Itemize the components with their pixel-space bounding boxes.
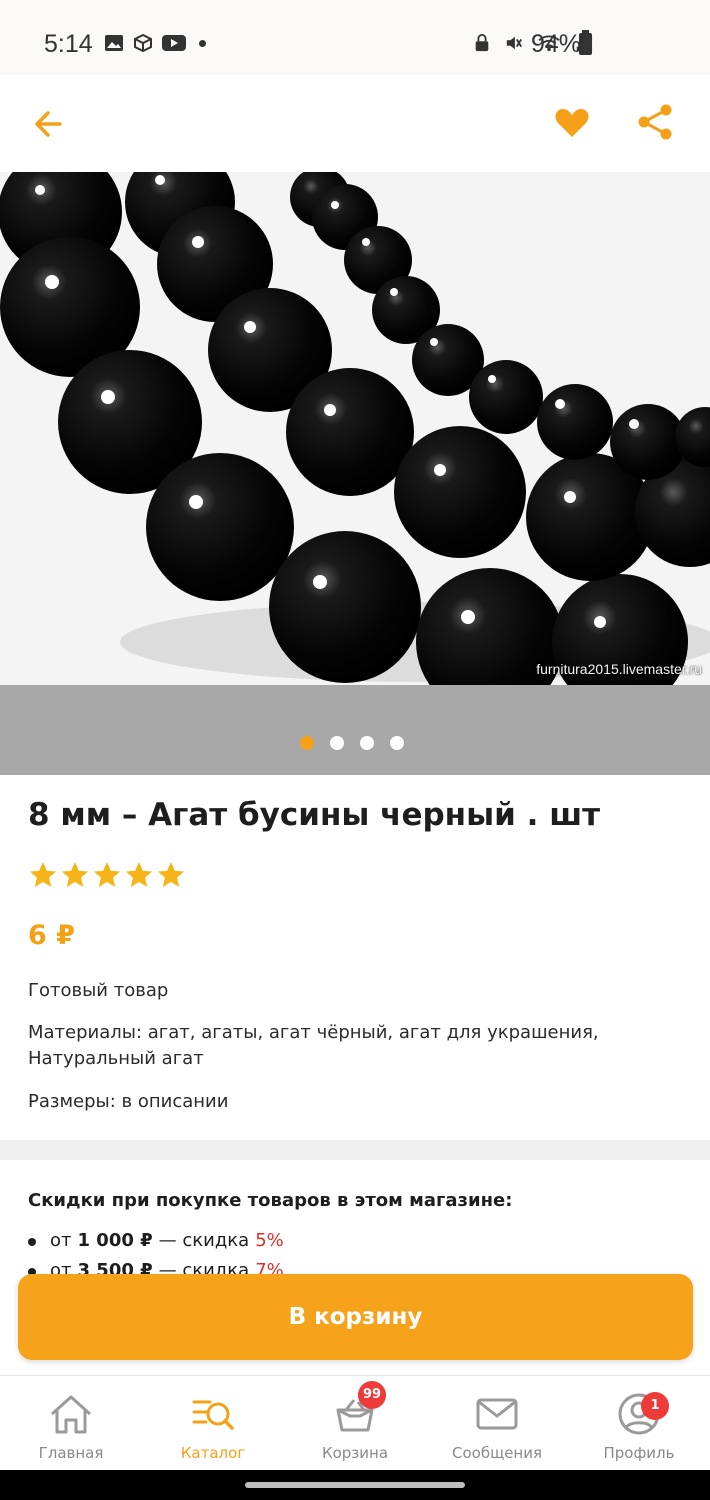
nav-item-profile[interactable]: 1 Профиль bbox=[568, 1376, 710, 1471]
discount-percent: 5% bbox=[255, 1230, 284, 1251]
gallery-pager-area bbox=[0, 685, 710, 775]
catalog-search-icon bbox=[192, 1400, 234, 1430]
pager-dot-2[interactable] bbox=[330, 736, 344, 750]
discount-amount: 1 000 ₽ bbox=[77, 1230, 153, 1251]
nav-label-cart: Корзина bbox=[321, 1444, 389, 1462]
discount-prefix: от bbox=[50, 1230, 72, 1251]
status-bar: 5:14 94% bbox=[0, 0, 710, 75]
star-icon bbox=[30, 862, 56, 887]
list-item: от 1 000 ₽ — скидка 5% bbox=[28, 1226, 284, 1256]
cart-badge: 99 bbox=[358, 1381, 386, 1409]
bullet bbox=[28, 1238, 36, 1246]
watermark: furnitura2015.livemaster.ru bbox=[536, 661, 702, 677]
product-materials: Материалы: агат, агаты, агат чёрный, ага… bbox=[28, 1022, 599, 1069]
product-price: 6 ₽ bbox=[28, 920, 75, 951]
discounts-title: Скидки при покупке товаров в этом магази… bbox=[28, 1190, 513, 1211]
nav-item-catalog[interactable]: Каталог bbox=[142, 1376, 284, 1471]
heart-icon[interactable] bbox=[553, 104, 591, 142]
product-title: 8 мм – Агат бусины черный . шт bbox=[28, 797, 601, 833]
gallery-pager bbox=[300, 736, 404, 750]
home-icon bbox=[50, 1395, 92, 1434]
product-image[interactable]: furnitura2015.livemaster.ru bbox=[0, 172, 710, 685]
nav-label-profile: Профиль bbox=[603, 1444, 675, 1462]
app-bar bbox=[0, 75, 710, 172]
mute-icon bbox=[506, 36, 522, 50]
more-notifications-dot bbox=[199, 39, 206, 47]
star-icon bbox=[94, 862, 120, 887]
nav-item-messages[interactable]: Сообщения bbox=[426, 1376, 568, 1471]
package-icon bbox=[134, 34, 152, 52]
lock-icon bbox=[475, 34, 489, 52]
gallery-icon bbox=[105, 35, 123, 51]
discount-separator: — скидка bbox=[158, 1230, 250, 1251]
rating-stars[interactable] bbox=[28, 860, 186, 890]
pager-dot-1[interactable] bbox=[300, 736, 314, 750]
pager-dot-4[interactable] bbox=[390, 736, 404, 750]
nav-item-home[interactable]: Главная bbox=[0, 1376, 142, 1471]
profile-badge: 1 bbox=[641, 1392, 669, 1420]
arrow-left-icon[interactable] bbox=[30, 105, 68, 143]
section-divider bbox=[0, 1140, 710, 1160]
system-gesture-bar bbox=[0, 1470, 710, 1500]
product-sizes: Размеры: в описании bbox=[28, 1091, 229, 1112]
battery-icon bbox=[579, 30, 592, 55]
star-icon bbox=[126, 862, 152, 887]
nav-label-catalog: Каталог bbox=[180, 1444, 246, 1462]
notification-icons bbox=[104, 34, 206, 52]
battery-percent: 94% bbox=[531, 30, 582, 58]
nav-item-cart[interactable]: 99 Корзина bbox=[284, 1376, 426, 1471]
bottom-navigation: Главная Каталог 99 Корзина Сообщения 1 П… bbox=[0, 1375, 710, 1470]
nav-label-messages: Сообщения bbox=[451, 1444, 542, 1462]
product-status: Готовый товар bbox=[28, 980, 169, 1001]
status-time: 5:14 bbox=[44, 30, 93, 58]
share-icon[interactable] bbox=[635, 102, 675, 142]
star-icon bbox=[62, 862, 88, 887]
black-agate-beads-photo bbox=[0, 172, 710, 685]
youtube-icon bbox=[162, 35, 186, 51]
nav-label-home: Главная bbox=[38, 1444, 104, 1462]
home-gesture-handle[interactable] bbox=[245, 1482, 465, 1488]
add-to-cart-button[interactable]: В корзину bbox=[18, 1274, 693, 1360]
star-icon bbox=[158, 862, 184, 887]
pager-dot-3[interactable] bbox=[360, 736, 374, 750]
envelope-icon bbox=[476, 1398, 518, 1430]
